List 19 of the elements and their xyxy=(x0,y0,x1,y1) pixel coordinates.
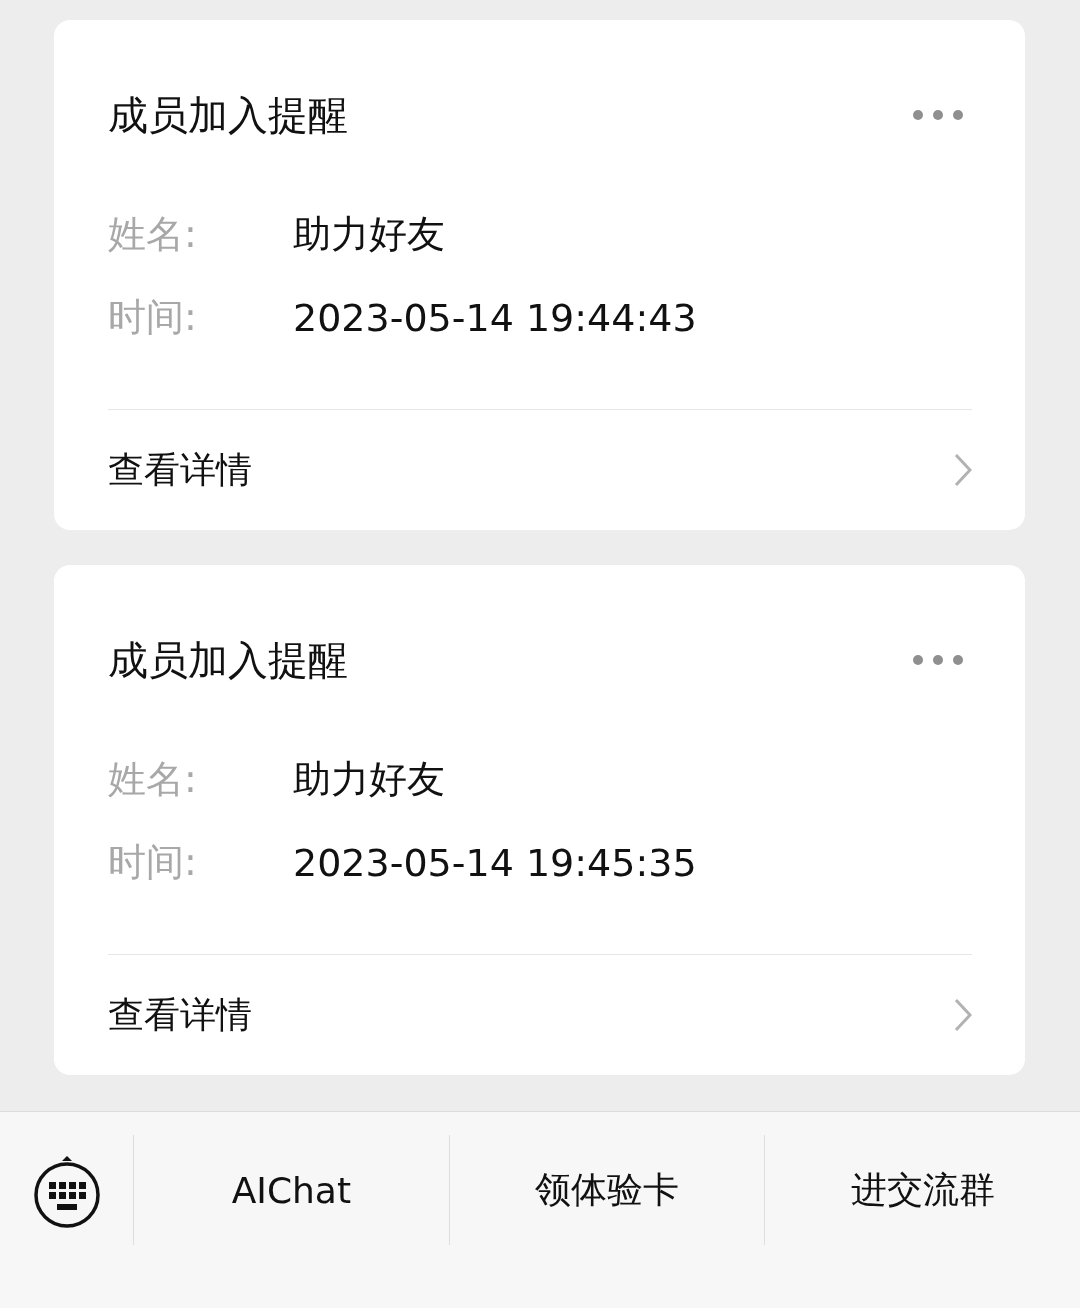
more-icon[interactable] xyxy=(912,654,964,666)
field-label: 姓名: xyxy=(108,756,198,803)
menu-item[interactable]: AIChat xyxy=(134,1135,450,1245)
field-value: 助力好友 xyxy=(293,211,445,258)
field-value: 2023-05-14 19:45:35 xyxy=(293,840,697,885)
card-title: 成员加入提醒 xyxy=(108,90,348,140)
menu-item[interactable]: 进交流群 xyxy=(765,1135,1080,1245)
field-label: 时间: xyxy=(108,294,198,341)
chevron-right-icon xyxy=(954,453,972,487)
details-link[interactable]: 查看详情 xyxy=(108,445,252,495)
card-title: 成员加入提醒 xyxy=(108,635,348,685)
chevron-right-icon xyxy=(954,998,972,1032)
field-value: 2023-05-14 19:44:43 xyxy=(293,295,697,340)
more-icon[interactable] xyxy=(912,109,964,121)
menu-item[interactable]: 领体验卡 xyxy=(449,1135,766,1245)
field-label: 时间: xyxy=(108,839,198,886)
field-value: 助力好友 xyxy=(293,756,445,803)
field-label: 姓名: xyxy=(108,211,198,258)
details-link[interactable]: 查看详情 xyxy=(108,990,252,1040)
